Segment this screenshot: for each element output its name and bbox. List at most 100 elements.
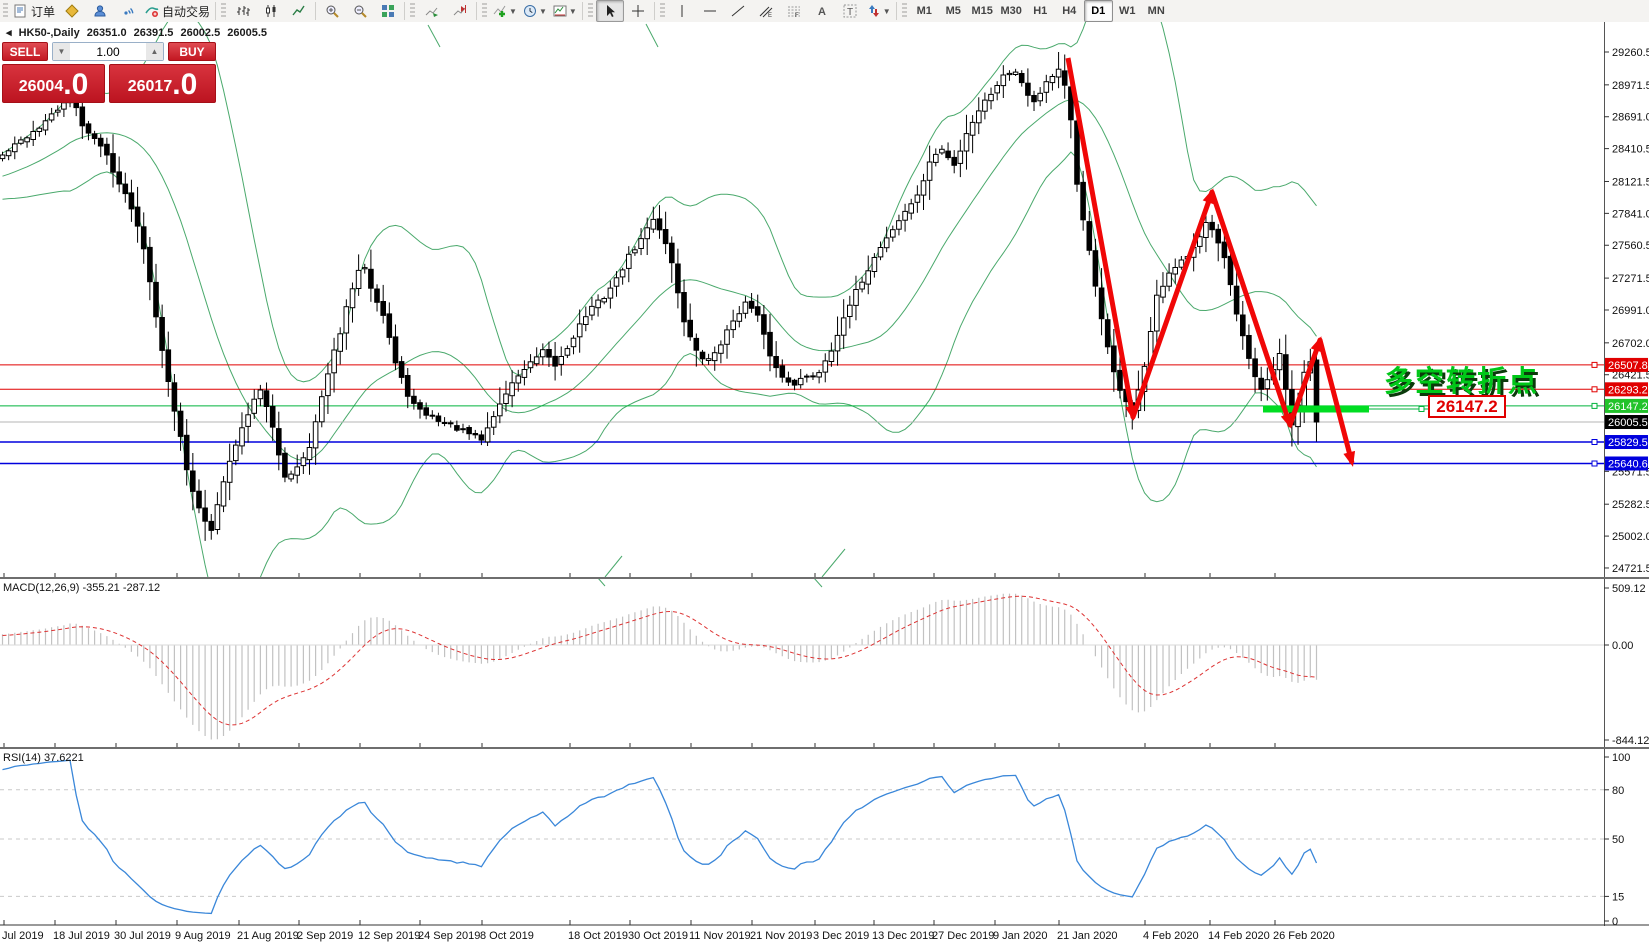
timeframe-m1-button[interactable]: M1 (910, 0, 939, 22)
toolbar-separator (404, 2, 406, 20)
candle-body (404, 375, 411, 397)
profile-icon[interactable] (86, 0, 114, 22)
candle-body (754, 306, 761, 316)
price-line-label: 26293.2 (1608, 384, 1648, 396)
line-handle[interactable] (1591, 361, 1598, 368)
date-label: 18 Jul 2019 (53, 930, 110, 942)
candle-body (509, 382, 515, 397)
candle-body (687, 319, 694, 338)
timeframe-h4-button[interactable]: H4 (1055, 0, 1084, 22)
timeframe-m5-button[interactable]: M5 (939, 0, 968, 22)
candle-body (325, 373, 331, 397)
candle-body (239, 427, 245, 447)
new-order-button[interactable]: 订单 (11, 0, 58, 22)
date-label: 26 Feb 2020 (1273, 930, 1335, 942)
cursor-button[interactable] (595, 0, 624, 22)
tile-windows-button[interactable] (374, 0, 402, 22)
candle-body (705, 358, 712, 362)
buy-button[interactable]: BUY (168, 42, 216, 61)
candle-body (1313, 359, 1320, 423)
candle-body (920, 180, 927, 196)
candle-body (226, 460, 233, 483)
chevron-down-icon: ▼ (568, 6, 577, 16)
timeframe-h1-button[interactable]: H1 (1026, 0, 1055, 22)
candle-body (319, 396, 325, 423)
turning-point-annotation[interactable]: 多空转折点 (1384, 358, 1539, 400)
price-axis-tick-label: 27841.0 (1612, 208, 1649, 220)
timeframe-d1-button[interactable]: D1 (1083, 0, 1113, 22)
volume-value[interactable]: 1.00 (70, 45, 146, 59)
signals-icon[interactable] (114, 0, 142, 22)
candle-body (1000, 74, 1007, 87)
arrows-button[interactable]: ▼ (864, 0, 894, 22)
crosshair-button[interactable] (624, 0, 652, 22)
text-label-button[interactable]: T (836, 0, 864, 22)
templates-button[interactable]: ▼ (550, 0, 580, 22)
candle-body (914, 194, 921, 203)
date-axis[interactable]: Jul 2019 18 Jul 2019 30 Jul 2019 9 Aug 2019… (0, 926, 1649, 946)
rsi-axis-tick-label: 100 (1612, 752, 1630, 764)
candle-body (669, 242, 675, 264)
callout-handle[interactable] (1418, 406, 1425, 412)
chart-shift-button[interactable] (446, 0, 474, 22)
periods-button[interactable]: ▼ (520, 0, 550, 22)
volume-up-button[interactable]: ▲ (146, 43, 163, 60)
chart-close: 26005.5 (227, 27, 268, 39)
macd-label: MACD(12,26,9) -355.21 -287.12 (3, 582, 160, 594)
candle-body (257, 389, 264, 400)
date-label: 30 Oct 2019 (628, 930, 688, 942)
line-handle[interactable] (1591, 402, 1598, 409)
toolbar-grip (3, 3, 8, 19)
trendline-button[interactable] (724, 0, 752, 22)
candlestick-chart-button[interactable] (257, 0, 285, 22)
fibonacci-button[interactable]: F (780, 0, 808, 22)
candle-body (484, 427, 491, 443)
support-highlight-bar[interactable] (1263, 405, 1369, 413)
line-handle[interactable] (1591, 439, 1598, 445)
equidistant-channel-button[interactable]: E (752, 0, 780, 22)
line-handle[interactable] (1591, 460, 1598, 467)
candle-body (159, 317, 165, 351)
sell-price-panel[interactable]: 26004.0 (2, 64, 105, 103)
candle-body (558, 356, 565, 365)
toolbar-separator (581, 2, 583, 20)
timeframe-mn-button[interactable]: MN (1142, 0, 1171, 22)
indicators-button[interactable]: ▼ (490, 0, 520, 22)
chevron-down-icon: ▼ (509, 6, 517, 16)
zoom-out-button[interactable] (346, 0, 374, 22)
zoom-in-button[interactable] (318, 0, 346, 22)
bar-chart-button[interactable] (229, 0, 257, 22)
horizontal-line-button[interactable] (696, 0, 724, 22)
candle-body (816, 372, 822, 378)
candle-body (1160, 285, 1166, 298)
candle-body (804, 375, 810, 378)
candle-body (263, 390, 270, 407)
volume-down-button[interactable]: ▼ (53, 43, 70, 60)
auto-scroll-button[interactable] (418, 0, 446, 22)
sell-button[interactable]: SELL (2, 42, 48, 61)
timeframe-w1-button[interactable]: W1 (1113, 0, 1142, 22)
candle-body (1258, 377, 1265, 390)
timeframe-m30-button[interactable]: M30 (997, 0, 1026, 22)
one-click-trade-widget: SELL ▼ 1.00 ▲ BUY 26004.0 26017.0 (2, 42, 216, 103)
candle-body (982, 99, 988, 112)
community-icon[interactable] (58, 0, 86, 22)
level-callout-label[interactable]: 26147.2 (1428, 395, 1506, 418)
buy-price-panel[interactable]: 26017.0 (109, 64, 216, 103)
candle-body (1252, 358, 1258, 378)
timeframe-m15-button[interactable]: M15 (968, 0, 997, 22)
text-button[interactable]: A (808, 0, 836, 22)
candle-body (908, 203, 915, 214)
chart-shift-marker-icon: ◂ (6, 27, 12, 39)
chevron-down-icon: ▼ (882, 6, 891, 16)
line-chart-button[interactable] (285, 0, 313, 22)
line-handle[interactable] (1591, 386, 1598, 393)
candle-body (718, 344, 724, 354)
autotrading-button[interactable]: 自动交易 (142, 0, 213, 22)
date-label: 24 Sep 2019 (418, 930, 481, 942)
candle-body (810, 375, 816, 378)
candle-body (429, 414, 436, 417)
vertical-line-button[interactable] (668, 0, 696, 22)
candle-body (1233, 285, 1240, 315)
candle-body (699, 351, 706, 360)
